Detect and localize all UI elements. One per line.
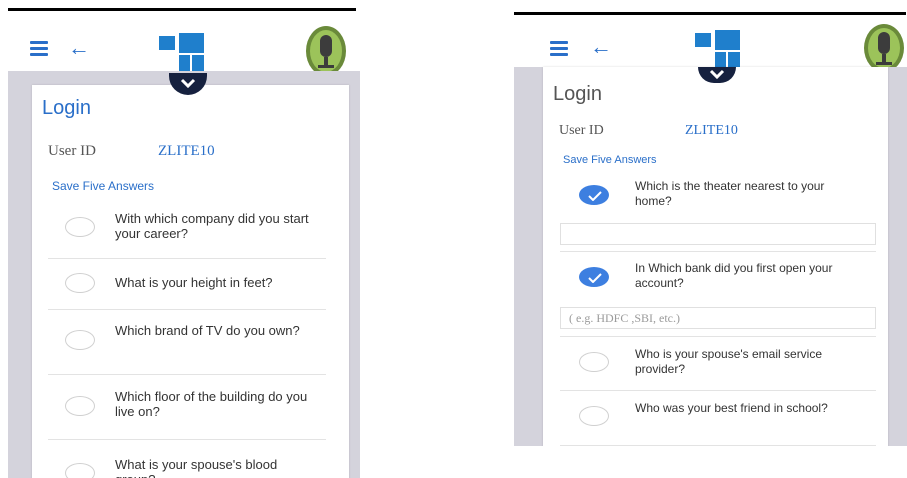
save-five-answers-link[interactable]: Save Five Answers: [563, 154, 657, 166]
hamburger-icon[interactable]: [550, 41, 568, 56]
chevron-down-icon: [709, 69, 725, 79]
question-text: In Which bank did you first open your ac…: [635, 261, 833, 290]
user-id-value: ZLITE10: [158, 143, 215, 159]
app-header: ←: [514, 15, 907, 75]
question-radio[interactable]: [65, 396, 95, 416]
divider: [48, 374, 326, 375]
login-title: Login: [42, 97, 91, 119]
chevron-down-icon: [180, 78, 196, 88]
question-text: With which company did you start your ca…: [115, 211, 309, 241]
user-id-label: User ID: [48, 143, 96, 159]
microphone-icon[interactable]: [863, 23, 905, 73]
question-text: Who was your best friend in school?: [635, 401, 828, 415]
question-radio[interactable]: [579, 406, 609, 426]
login-title: Login: [553, 83, 602, 105]
question-radio-checked[interactable]: [579, 267, 609, 287]
divider: [560, 390, 876, 391]
question-row[interactable]: Who is your spouse's email service provi…: [543, 343, 888, 387]
divider: [48, 309, 326, 310]
question-row[interactable]: What is your height in feet?: [32, 263, 349, 307]
divider: [48, 439, 326, 440]
brand-logo: [695, 30, 740, 70]
question-radio[interactable]: [579, 352, 609, 372]
divider: [560, 445, 876, 446]
question-row[interactable]: Who was your best friend in school?: [543, 397, 888, 441]
question-row[interactable]: Which brand of TV do you own?: [32, 317, 349, 367]
question-radio[interactable]: [65, 330, 95, 350]
save-five-answers-link[interactable]: Save Five Answers: [52, 179, 154, 193]
brand-logo: [159, 33, 204, 73]
question-text: Who is your spouse's email service provi…: [635, 347, 823, 376]
question-radio[interactable]: [65, 463, 95, 478]
question-text: What is your spouse's blood group?: [115, 457, 278, 478]
answer-input[interactable]: [560, 307, 876, 329]
question-row[interactable]: What is your spouse's blood group?: [32, 447, 349, 478]
question-text: Which brand of TV do you own?: [115, 323, 300, 338]
checkmark-icon: [588, 273, 602, 283]
user-id-value: ZLITE10: [685, 123, 738, 138]
question-text: What is your height in feet?: [115, 275, 273, 290]
question-row[interactable]: Which floor of the building do you live …: [32, 383, 349, 433]
answer-input[interactable]: [560, 223, 876, 245]
question-radio[interactable]: [65, 217, 95, 237]
arrow-left-icon[interactable]: ←: [590, 36, 612, 58]
arrow-left-icon[interactable]: ←: [68, 37, 90, 59]
login-card: Login User ID ZLITE10 Save Five Answers …: [32, 85, 349, 478]
question-row[interactable]: In Which bank did you first open your ac…: [543, 257, 888, 301]
hamburger-icon[interactable]: [30, 41, 48, 56]
question-text: Which is the theater nearest to your hom…: [635, 179, 825, 208]
question-row[interactable]: Which is the theater nearest to your hom…: [543, 175, 888, 219]
right-phone-screen: ← Login User ID ZLITE10 Save Five Answer…: [514, 12, 907, 446]
divider: [560, 251, 876, 252]
app-header: ←: [8, 11, 360, 76]
checkmark-icon: [588, 191, 602, 201]
login-card: Login User ID ZLITE10 Save Five Answers …: [543, 67, 888, 446]
question-text: Which floor of the building do you live …: [115, 389, 308, 419]
left-phone-screen: ← Login User ID ZLITE10 Save Five Answer…: [8, 8, 360, 478]
question-radio-checked[interactable]: [579, 185, 609, 205]
divider: [560, 336, 876, 337]
question-radio[interactable]: [65, 273, 95, 293]
question-row[interactable]: With which company did you start your ca…: [32, 205, 349, 253]
microphone-icon[interactable]: [305, 25, 347, 77]
divider: [48, 258, 326, 259]
user-id-label: User ID: [559, 123, 604, 138]
